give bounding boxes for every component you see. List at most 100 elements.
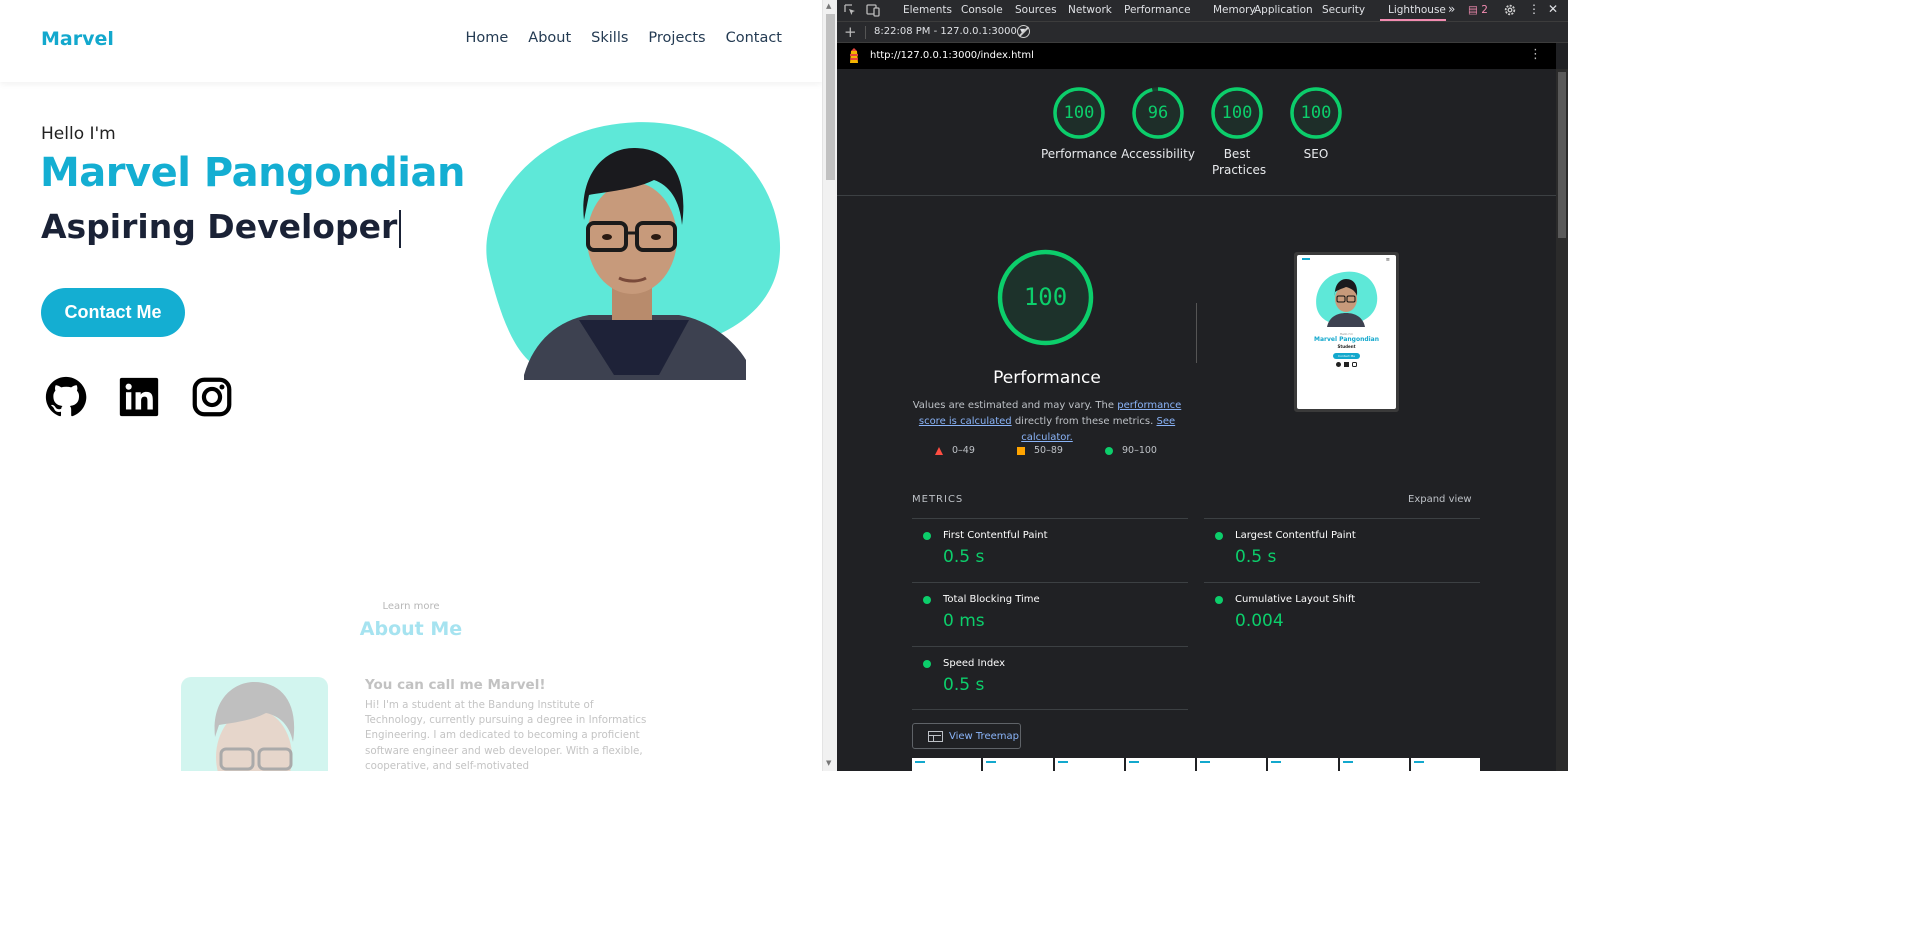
pass-circle-icon [1105,446,1113,455]
metric-name: Largest Contentful Paint [1235,530,1356,541]
legend-average: 50–89 [1017,445,1063,456]
nav-home-link[interactable]: Home [465,30,508,46]
nav-about-link[interactable]: About [528,30,571,46]
legend-average-label: 50–89 [1034,445,1063,456]
metrics-row-divider [912,709,1188,710]
scroll-up-arrow-icon[interactable]: ▲ [826,2,831,10]
treemap-icon [928,730,943,742]
device-toolbar-icon[interactable] [866,3,880,17]
hero-role-text: Aspiring Developer [41,207,398,246]
filmstrip-frame [1197,758,1267,771]
website-scroll-thumb[interactable] [826,14,835,180]
gauge-score-seo: 100 [1300,103,1332,123]
gauge-score-accessibility: 96 [1147,103,1169,123]
nav-projects-link[interactable]: Projects [648,30,705,46]
lighthouse-toolbar: + 8:22:08 PM - 127.0.0.1:3000 ▾ [837,22,1568,43]
scroll-down-arrow-icon[interactable]: ▼ [826,759,831,767]
website-viewport: Marvel Home About Skills Projects Contac… [0,0,822,771]
gauges-divider [837,195,1556,196]
github-icon[interactable] [43,374,89,420]
about-subtitle: You can call me Marvel! [365,677,546,693]
pass-circle-icon [1215,532,1223,540]
active-tab-indicator [1380,19,1446,21]
performance-title: Performance [993,368,1101,388]
desc-text-2: directly from these metrics. [1011,416,1157,427]
performance-description: Values are estimated and may vary. The p… [909,398,1185,446]
gauge-label-accessibility: Accessibility [1121,147,1195,161]
site-logo[interactable]: Marvel [41,28,114,50]
metric-value: 0.5 s [943,547,985,567]
filmstrip [912,758,1480,771]
tab-memory[interactable]: Memory [1213,4,1256,16]
linkedin-icon[interactable] [116,374,162,420]
filmstrip-frame [1054,758,1124,771]
metric-name: Total Blocking Time [943,594,1040,605]
devtools-tabbar: Elements Console Sources Network Perform… [837,0,1568,22]
gauge-score-best-practices: 100 [1221,103,1253,123]
nav-skills-link[interactable]: Skills [591,30,628,46]
devtools-panel: Elements Console Sources Network Perform… [837,0,1568,771]
instagram-icon[interactable] [189,374,235,420]
new-report-icon[interactable]: + [844,23,857,41]
tab-sources[interactable]: Sources [1015,4,1057,16]
typing-caret [399,209,402,248]
nav-contact-link[interactable]: Contact [726,30,782,46]
lighthouse-logo-icon [850,48,858,63]
clear-reports-icon[interactable] [1017,25,1030,38]
pass-circle-icon [923,660,931,668]
performance-big-score: 100 [1024,283,1067,311]
tab-performance[interactable]: Performance [1124,4,1191,16]
devtools-scroll-thumb[interactable] [1558,72,1566,238]
view-treemap-button[interactable]: View Treemap [912,723,1021,749]
filmstrip-frame [912,758,982,771]
thumb-socials [1336,362,1357,367]
gauge-score-performance: 100 [1063,103,1095,123]
tab-console[interactable]: Console [961,4,1003,16]
contact-me-button[interactable]: Contact Me [41,288,185,337]
report-selector[interactable]: 8:22:08 PM - 127.0.0.1:3000 ▾ [874,26,1025,37]
metric-value: 0.004 [1235,611,1284,631]
legend-fail-label: 0–49 [952,445,975,456]
tab-security[interactable]: Security [1322,4,1365,16]
metric-name: Speed Index [943,658,1006,669]
close-devtools-icon[interactable]: ✕ [1548,2,1558,16]
metric-lcp: Largest Contentful Paint 0.5 s [1204,519,1480,582]
about-text: Hi! I'm a student at the Bandung Institu… [365,699,647,771]
filmstrip-frame [1410,758,1480,771]
hero-name: Marvel Pangondian [40,150,465,196]
pass-circle-icon [1215,596,1223,604]
website-scrollbar[interactable]: ▲ ▼ [822,0,837,771]
expand-view-toggle[interactable]: Expand view [1408,494,1472,505]
gauge-label-seo: SEO [1303,147,1329,161]
tab-application[interactable]: Application [1254,4,1313,16]
tab-lighthouse[interactable]: Lighthouse [1388,4,1446,16]
devtools-scrollbar[interactable] [1556,69,1568,771]
performance-big-gauge: 100 [997,249,1094,346]
final-screenshot-thumbnail[interactable]: ≡ Hello I'm Marvel Pangondian Student Co… [1294,252,1399,412]
about-photo [181,677,328,771]
more-tabs-icon[interactable]: » [1448,2,1455,16]
about-kicker: Learn more [382,601,440,612]
metric-name: First Contentful Paint [943,530,1048,541]
metric-value: 0 ms [943,611,985,631]
thumb-instagram-icon [1352,362,1357,367]
social-links [43,374,235,420]
metrics-header: METRICS [912,494,964,505]
settings-gear-icon[interactable] [1503,3,1517,17]
more-options-icon[interactable]: ⋮ [1528,2,1540,16]
report-url[interactable]: http://127.0.0.1:3000/index.html [870,50,1034,61]
report-menu-icon[interactable]: ⋮ [1529,47,1542,62]
thumb-menu-icon: ≡ [1385,257,1390,263]
metric-value: 0.5 s [1235,547,1277,567]
legend-pass-label: 90–100 [1122,445,1157,456]
about-title: About Me [359,618,463,640]
metric-cls: Cumulative Layout Shift 0.004 [1204,583,1480,646]
tab-elements[interactable]: Elements [903,4,952,16]
issues-badge[interactable]: ▤ 2 [1468,4,1488,16]
tab-network[interactable]: Network [1068,4,1112,16]
inspect-element-icon[interactable] [843,3,857,17]
desc-text-1: Values are estimated and may vary. The [912,400,1118,411]
issues-icon: ▤ [1468,4,1478,16]
site-navbar: Marvel Home About Skills Projects Contac… [0,0,822,82]
thumb-contact-button: Contact Me [1333,353,1360,359]
